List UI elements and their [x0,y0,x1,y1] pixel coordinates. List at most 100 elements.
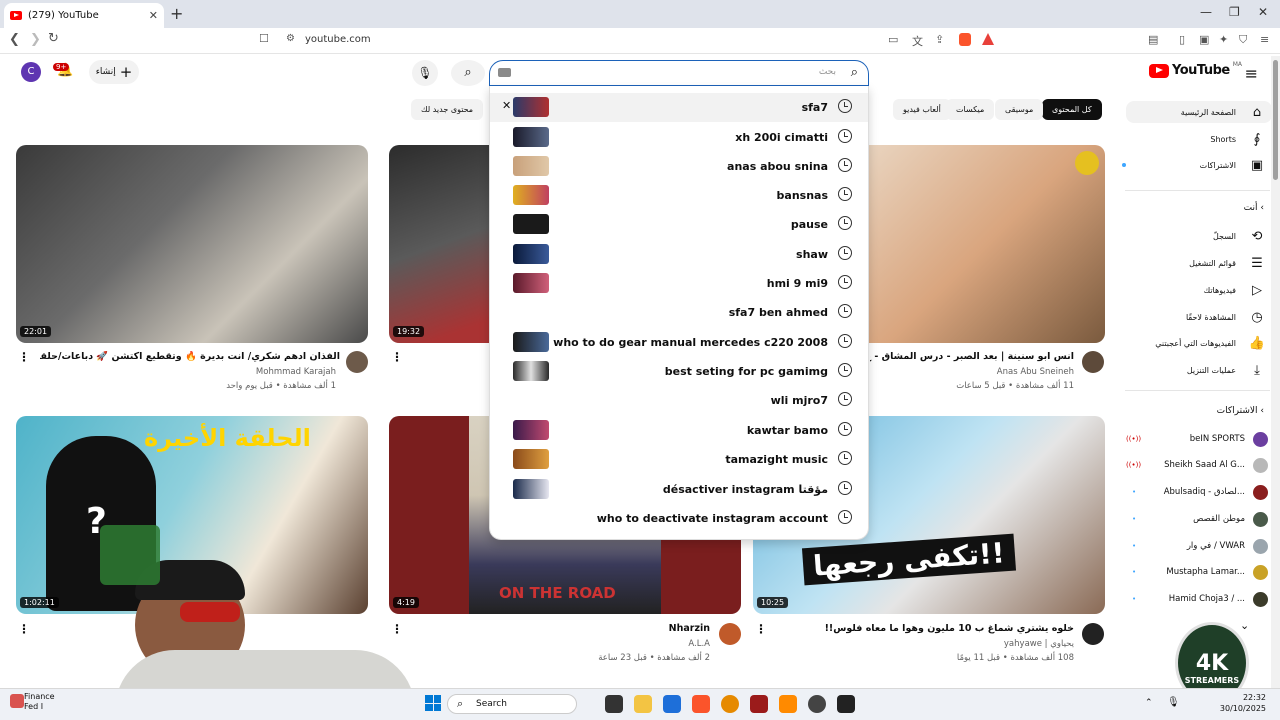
channel-avatar[interactable] [1082,351,1104,373]
channel-name[interactable]: Mohmmad Karajah [140,367,336,377]
sidebar-item-your-videos[interactable]: فيديوهاتك ▷ [1126,279,1266,301]
sidebar-panel-icon[interactable]: ▤ [1148,33,1158,46]
taskbar-clock[interactable]: 22:32 30/10/2025 [1220,692,1266,714]
search-box[interactable]: بحث ⌕ [489,60,869,86]
share-icon[interactable]: ⇪ [935,33,944,46]
channel-name[interactable]: يحياوي | yahyawe [880,639,1074,649]
more-options-icon[interactable]: ⋮ [18,622,30,636]
brave-taskbar-icon[interactable] [692,695,710,713]
sidebar-item-liked[interactable]: الفيديوهات التي أعجبتني 👍 [1126,332,1266,354]
chip-all[interactable]: كل المحتوى [1042,99,1102,120]
more-options-icon[interactable]: ⋮ [755,622,767,636]
menu-icon[interactable]: ≡ [1260,33,1269,46]
channel-avatar[interactable] [719,623,741,645]
video-title[interactable]: انس ابو سنينة | بعد الصبر - درس المشاق -… [870,351,1074,362]
you-section-header[interactable]: أنت ‹ [1244,203,1264,213]
back-icon[interactable]: ❮ [9,32,20,47]
store-icon[interactable] [663,695,681,713]
file-explorer-icon[interactable] [634,695,652,713]
reader-icon[interactable]: ▯ [1179,33,1185,46]
more-options-icon[interactable]: ⋮ [18,350,30,364]
sub-item[interactable]: ((•)) Sheikh Saad Al G... [1126,454,1268,476]
wallet-icon[interactable]: ▣ [1199,33,1209,46]
suggestion-item[interactable]: who to do gear manual mercedes c220 2008 [490,328,868,357]
channel-name[interactable]: A.L.A [520,639,710,649]
sub-item[interactable]: • Hamid Choja3 / ... [1126,588,1268,610]
suggestion-item[interactable]: sfa7 ben ahmed [490,298,868,327]
streaming-app-icon[interactable] [750,695,768,713]
sidebar-item-shorts[interactable]: Shorts ∮ [1126,128,1266,150]
suggestion-item[interactable]: wli mjro7 [490,386,868,415]
channel-name[interactable]: Anas Abu Sneineh [900,367,1074,377]
suggestion-item[interactable]: bansnas [490,181,868,210]
chip-video-games[interactable]: ألعاب فيديو [893,99,951,120]
weather-widget-icon[interactable] [10,694,24,708]
chip-music[interactable]: موسيقى [995,99,1044,120]
suggestion-item[interactable]: best seting for pc gamimg [490,357,868,386]
search-button[interactable]: ⌕ [451,60,485,86]
channel-avatar[interactable] [346,351,368,373]
leo-ai-icon[interactable]: ✦ [1219,33,1228,46]
news-widget[interactable]: Finance Fed I [24,692,55,712]
new-tab-button[interactable]: + [170,4,183,23]
windows-start-icon[interactable] [425,695,441,711]
launcher-icon[interactable] [779,695,797,713]
suggestion-item[interactable]: tamazight music [490,445,868,474]
sidebar-item-watch-later[interactable]: المشاهدة لاحقًا ◷ [1126,306,1266,328]
taskbar-search-box[interactable]: ⌕ Search [447,694,577,714]
microphone-icon[interactable]: 🎙 [1167,697,1180,708]
scrollbar-thumb[interactable] [1273,60,1278,180]
vpn-icon[interactable]: ⛉ [1239,33,1247,47]
suggestion-item[interactable]: xh 200i cimatti [490,123,868,152]
url-text[interactable]: youtube.com [305,34,371,45]
show-more-chevron-icon[interactable]: ⌄ [1240,619,1249,632]
sidebar-item-home[interactable]: الصفحة الرئيسية ⌂ [1126,101,1272,123]
forward-icon[interactable]: ❯ [30,32,41,47]
sidebar-item-subscriptions[interactable]: الاشتراكات ▣ [1126,154,1266,176]
suggestion-item[interactable]: désactiver instagram مؤقتا [490,475,868,504]
video-thumbnail[interactable] [868,145,1105,343]
sidebar-item-history[interactable]: السجلّ ⟲ [1126,225,1266,247]
channel-avatar[interactable] [1082,623,1104,645]
keyboard-icon[interactable] [498,68,511,77]
voice-search-icon[interactable]: 🎙 [412,60,438,86]
rewards-icon[interactable] [982,33,994,45]
close-window-icon[interactable]: ✕ [1258,5,1268,19]
sub-item[interactable]: • موطن القصص [1126,508,1268,530]
video-title[interactable]: خلوه يشتري شماغ ب 10 مليون وهوا ما معاه … [780,623,1074,634]
suggestion-item[interactable]: pause [490,210,868,239]
browser-tab[interactable]: (279) YouTube ✕ [4,3,164,28]
create-button[interactable]: إنشاء + [89,60,139,84]
cast-icon[interactable]: ▭ [888,33,898,46]
video-title[interactable]: Nharzin [520,623,710,634]
suggestion-item[interactable]: anas abou snina [490,152,868,181]
sub-item[interactable]: • Abulsadiq - لصادق... [1126,481,1268,503]
tray-chevron-icon[interactable]: ⌃ [1145,698,1153,708]
sidebar-item-downloads[interactable]: عمليات التنزيل ⤓ [1126,359,1266,381]
youtube-logo[interactable]: YouTube MA [1148,61,1242,78]
video-thumbnail[interactable]: 22:01 [16,145,368,343]
remove-suggestion-icon[interactable]: ✕ [502,99,511,112]
maximize-icon[interactable]: ❐ [1229,5,1240,19]
suggestion-item[interactable]: who to deactivate instagram account [490,504,868,533]
close-tab-icon[interactable]: ✕ [149,9,158,22]
brave-shield-icon[interactable] [959,33,971,46]
more-options-icon[interactable]: ⋮ [391,350,403,364]
obs-icon[interactable] [808,695,826,713]
sub-item[interactable]: ((•)) beIN SPORTS [1126,428,1268,450]
suggestion-item[interactable]: kawtar bamo [490,416,868,445]
sub-item[interactable]: • Mustapha Lamar... [1126,561,1268,583]
video-thumbnail[interactable]: 19:32 [389,145,493,343]
chip-mixes[interactable]: ميكسات [946,99,995,120]
app-icon[interactable] [721,695,739,713]
translate-icon[interactable]: 文 [912,33,923,49]
subscriptions-section-header[interactable]: الاشتراكات ‹ [1217,406,1264,416]
site-info-icon[interactable]: ⚙ [286,33,295,44]
suggestion-item[interactable]: shaw [490,240,868,269]
reload-icon[interactable]: ↻ [48,31,59,46]
terminal-icon[interactable] [837,695,855,713]
search-icon[interactable]: ⌕ [851,65,858,80]
task-view-icon[interactable] [605,695,623,713]
video-title[interactable]: الفذان ادهم شكري/ انت بديرة 🔥 وتقطيع اكت… [40,351,340,362]
suggestion-item[interactable]: ✕ sfa7 [490,93,868,122]
